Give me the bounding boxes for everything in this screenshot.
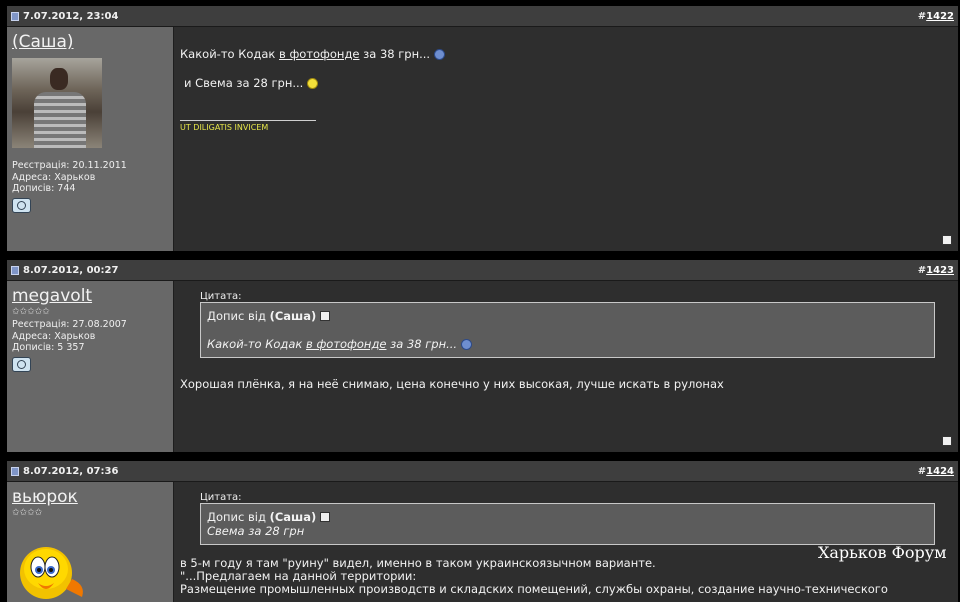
quote-label: Цитата: [200,492,242,503]
username-link[interactable]: megavolt [12,286,168,306]
username-link[interactable]: вьюрок [12,487,168,507]
quote-reply-icon[interactable] [942,436,952,446]
post-header: 7.07.2012, 23:04 #1422 [7,6,958,27]
signature: UT DILIGATIS INVICEM [180,123,269,132]
post-number: #1423 [918,265,958,276]
quote-text: Свема за 28 грн [207,524,305,538]
quote-text-part: Какой-то Кодак [207,337,307,351]
user-registration: Реєстрація: 27.08.2007 [12,319,127,330]
post-number-link[interactable]: 1424 [926,466,954,477]
post-number-hash: # [917,264,927,276]
view-post-icon[interactable] [319,512,330,522]
post-1422: 7.07.2012, 23:04 #1422 (Саша) Реєстрація… [7,6,958,251]
message-text: и Свема за 28 грн... [184,76,307,90]
avatar-figure-body [34,92,86,148]
smiley-icon [306,78,318,89]
quote-header: Допис від (Саша) [207,510,928,524]
quote-box: Допис від (Саша) Свема за 28 грн [200,503,935,545]
quote-header: Допис від (Саша) [207,309,928,323]
post-date: 7.07.2012, 23:04 [23,10,119,22]
smiley-icon [433,49,445,60]
quote-prefix: Допис від [207,510,270,524]
avatar-figure-head [50,68,68,90]
view-post-icon[interactable] [319,311,330,321]
user-rank-stars: ✩✩✩✩✩ [12,307,50,317]
post-header: 8.07.2012, 00:27 #1423 [7,260,958,281]
avatar [12,58,102,148]
post-number-link[interactable]: 1422 [926,11,954,22]
post-status-icon [11,11,19,21]
fotofond-link[interactable]: в фотофонде [279,47,359,61]
message-text: за 38 грн... [359,47,434,61]
username-link[interactable]: (Саша) [12,32,168,52]
quote-author: (Саша) [269,510,317,524]
watermark: Харьков Форум [818,543,947,562]
quote-author: (Саша) [269,309,317,323]
message-text: Какой-то Кодак [180,47,280,61]
message-body: в 5-м году я там "руину" видел, именно в… [180,557,952,596]
user-address: Адреса: Харьков [12,171,96,183]
user-posts-count: Дописів: 5 357 [12,342,85,353]
post-header: 8.07.2012, 07:36 #1424 [7,461,958,482]
signature-divider [180,120,316,121]
message-text: Хорошая плёнка, я на неё снимаю, цена ко… [180,377,724,391]
user-info-panel: (Саша) Реєстрація: 20.11.2011 Адреса: Ха… [7,27,174,251]
post-content: Какой-то Кодак в фотофонде за 38 грн... … [174,27,958,251]
post-number: #1422 [918,11,958,22]
user-address: Адреса: Харьков [12,330,96,342]
message-line-2: и Свема за 28 грн... [180,76,952,90]
fotofond-link[interactable]: в фотофонде [306,337,386,351]
post-date: 8.07.2012, 07:36 [23,465,119,477]
post-status-icon [11,466,19,476]
send-message-icon[interactable] [12,356,31,372]
user-rank-stars: ✩✩✩✩ [12,508,43,518]
quote-box: Допис від (Саша) Какой-то Кодак в фотофо… [200,302,935,358]
quote-text: Какой-то Кодак в фотофонде за 38 грн... [207,337,928,351]
post-number: #1424 [918,466,958,477]
quote-reply-icon[interactable] [942,235,952,245]
user-info-panel: megavolt ✩✩✩✩✩ Реєстрація: 27.08.2007 Ад… [7,281,174,452]
avatar-tweety [20,547,83,599]
post-1424: 8.07.2012, 07:36 #1424 вьюрок ✩✩✩✩ Цитат… [7,461,958,602]
post-number-hash: # [917,10,927,22]
post-1423: 8.07.2012, 00:27 #1423 megavolt ✩✩✩✩✩ Ре… [7,260,958,452]
post-status-icon [11,265,19,275]
quote-prefix: Допис від [207,309,270,323]
post-number-hash: # [917,465,927,477]
smiley-icon [460,339,472,350]
message-line: Размещение промышленных производств и ск… [180,582,888,596]
quote-text-part: за 38 грн... [386,337,461,351]
post-number-link[interactable]: 1423 [926,265,954,276]
post-content: Цитата: Допис від (Саша) Какой-то Кодак … [174,281,958,452]
post-content: Цитата: Допис від (Саша) Свема за 28 грн… [174,482,958,602]
send-message-icon[interactable] [12,197,31,213]
user-registration: Реєстрація: 20.11.2011 [12,160,127,171]
post-date: 8.07.2012, 00:27 [23,264,119,276]
quote-label: Цитата: [200,291,242,302]
user-posts-count: Дописів: 744 [12,183,76,194]
message-line-1: Какой-то Кодак в фотофонде за 38 грн... [180,47,952,61]
